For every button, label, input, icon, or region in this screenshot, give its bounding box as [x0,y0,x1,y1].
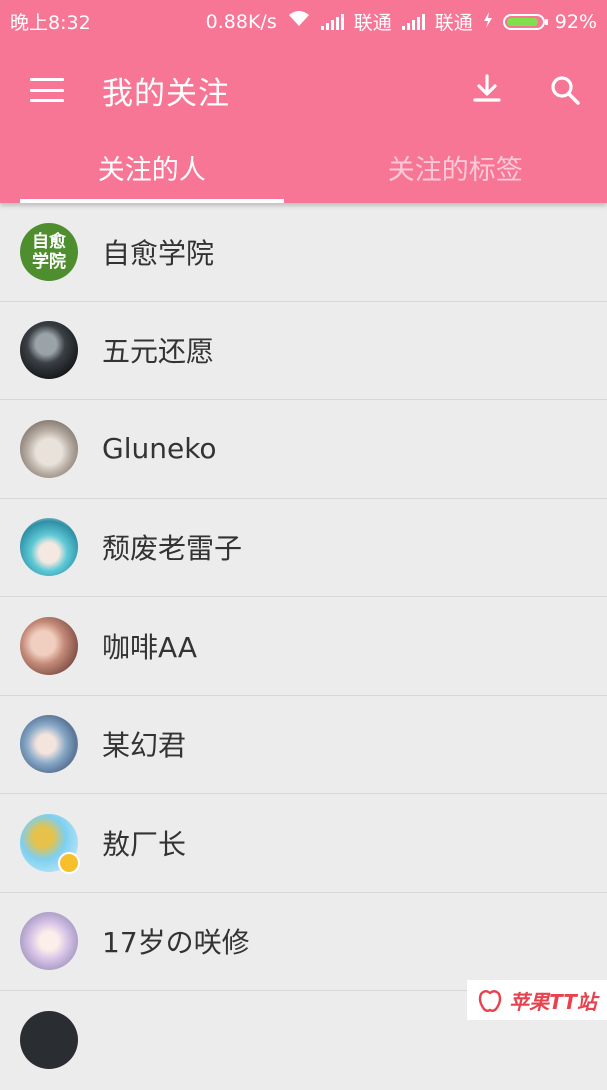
verified-badge-icon [58,852,80,874]
list-item[interactable]: 敖厂长 [0,794,607,893]
avatar-text-line-1: 自愈 [32,232,66,252]
user-name: 敖厂长 [102,823,186,863]
signal-icon [321,14,344,30]
avatar [20,715,78,773]
wifi-icon [287,10,311,33]
list-item[interactable]: 五元还愿 [0,302,607,401]
user-name: Gluneko [102,432,217,465]
watermark-text: 苹果TT站 [509,986,597,1015]
menu-icon[interactable] [30,78,64,102]
list-item[interactable]: 颓废老雷子 [0,499,607,598]
carrier-2: 联通 [435,8,473,35]
download-icon[interactable] [467,70,507,110]
user-name: 五元还愿 [102,330,214,370]
search-icon[interactable] [545,70,585,110]
avatar [20,617,78,675]
avatar [20,814,78,872]
user-name: 自愈学院 [102,232,214,272]
avatar [20,518,78,576]
user-name: 17岁の咲修 [102,921,250,961]
apple-logo-icon [477,987,503,1013]
battery-percent: 92% [555,11,597,33]
list-item[interactable]: 自愈 学院 自愈学院 [0,203,607,302]
tab-following-people[interactable]: 关注的人 [0,137,304,203]
user-name: 颓废老雷子 [102,527,242,567]
tab-following-tags[interactable]: 关注的标签 [304,137,607,203]
avatar-text-line-2: 学院 [32,252,66,272]
following-list: 自愈 学院 自愈学院 五元还愿 Gluneko 颓废老雷子 咖啡AA 某幻君 敖… [0,203,607,1090]
list-item[interactable]: 某幻君 [0,696,607,795]
list-item[interactable]: 咖啡AA [0,597,607,696]
signal-icon-2 [402,14,425,30]
status-time: 晚上8:32 [10,8,91,35]
avatar: 自愈 学院 [20,223,78,281]
user-name: 某幻君 [102,724,186,764]
page-title: 我的关注 [102,68,429,113]
avatar [20,321,78,379]
list-item[interactable]: 17岁の咲修 [0,893,607,992]
status-bar: 晚上8:32 0.88K/s 联通 联通 92% [0,0,607,43]
user-name: 咖啡AA [102,626,197,666]
tab-bar: 关注的人 关注的标签 [0,137,607,203]
avatar [20,912,78,970]
list-item[interactable]: Gluneko [0,400,607,499]
carrier-1: 联通 [354,8,392,35]
app-bar: 我的关注 [0,43,607,137]
battery-icon [503,14,545,30]
watermark-logo: 苹果TT站 [467,980,607,1020]
charging-icon [483,11,493,33]
network-speed: 0.88K/s [206,11,277,33]
status-right: 0.88K/s 联通 联通 92% [206,8,597,35]
avatar [20,420,78,478]
